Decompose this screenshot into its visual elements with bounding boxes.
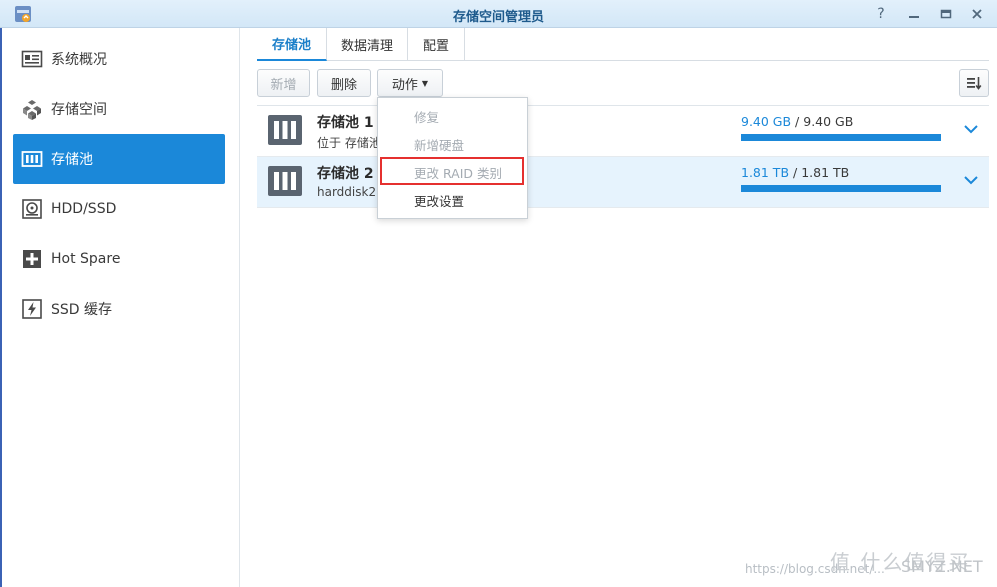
window-title: 存储空间管理员: [452, 10, 544, 25]
help-button[interactable]: ?: [870, 3, 892, 25]
usage-bar: [741, 185, 941, 192]
tab-configuration[interactable]: 配置: [408, 28, 465, 61]
minimize-button[interactable]: [903, 3, 925, 25]
pool-row[interactable]: 存储池 2 harddisk2 1.81 TB / 1.81 TB: [257, 157, 989, 208]
new-button[interactable]: 新增: [257, 69, 310, 97]
sidebar-item-storage-pool[interactable]: 存储池: [13, 134, 225, 184]
total-size: 1.81 TB: [801, 165, 850, 180]
storage-pool-icon: [21, 148, 43, 170]
sidebar-item-label: 存储池: [51, 152, 93, 168]
action-button[interactable]: 动作 ▼: [377, 69, 443, 97]
pool-title: 存储池 1: [317, 115, 374, 131]
minimize-icon: [909, 16, 919, 18]
watermark-site: SMYZ.NET: [901, 557, 983, 576]
tab-storage-pool[interactable]: 存储池: [257, 28, 327, 61]
red-highlight-box: [380, 157, 524, 185]
ssd-cache-icon: [21, 298, 43, 320]
storage-pool-icon: [268, 115, 302, 145]
sidebar-item-volume[interactable]: 存储空间: [13, 84, 225, 134]
usage-bar-fill: [741, 185, 941, 192]
sort-button[interactable]: [959, 69, 989, 97]
volume-icon: [21, 98, 43, 120]
maximize-button[interactable]: [935, 3, 957, 25]
sidebar-item-overview[interactable]: 系统概况: [13, 34, 225, 84]
used-size: 1.81 TB: [741, 165, 790, 180]
usage-separator: /: [789, 165, 802, 180]
hdd-icon: [21, 198, 43, 220]
menu-item-repair[interactable]: 修复: [378, 102, 527, 130]
maximize-icon: [940, 9, 952, 19]
sidebar: 系统概况 存储空间 存储池 HDD/SSD Hot Spare SSD 缓存: [2, 28, 240, 587]
expand-chevron-icon[interactable]: [962, 120, 980, 138]
caret-down-icon: ▼: [421, 78, 429, 88]
sidebar-item-label: HDD/SSD: [51, 201, 117, 217]
overview-icon: [21, 48, 43, 70]
usage-bar: [741, 134, 941, 141]
tab-bar: 存储池 数据清理 配置: [257, 28, 989, 61]
tab-data-scrubbing[interactable]: 数据清理: [327, 28, 408, 61]
title-bar: 存储空间管理员 ?: [0, 0, 997, 28]
sidebar-item-label: SSD 缓存: [51, 302, 113, 318]
menu-item-change-settings[interactable]: 更改设置: [378, 186, 527, 214]
hot-spare-icon: [21, 248, 43, 270]
usage-separator: /: [791, 114, 804, 129]
sidebar-item-ssd-cache[interactable]: SSD 缓存: [13, 284, 225, 334]
sort-icon: [967, 77, 982, 90]
close-icon: [972, 9, 982, 19]
usage-bar-fill: [741, 134, 941, 141]
pool-subtitle: harddisk2: [317, 185, 377, 199]
close-button[interactable]: [966, 3, 988, 25]
delete-button[interactable]: 删除: [317, 69, 371, 97]
pool-usage: 9.40 GB / 9.40 GB: [741, 114, 853, 129]
pool-usage: 1.81 TB / 1.81 TB: [741, 165, 849, 180]
action-button-label: 动作: [391, 77, 418, 93]
used-size: 9.40 GB: [741, 114, 792, 129]
total-size: 9.40 GB: [803, 114, 854, 129]
sidebar-item-hdd-ssd[interactable]: HDD/SSD: [13, 184, 225, 234]
sidebar-item-label: 系统概况: [51, 52, 107, 68]
pool-subtitle: 位于 存储池: [317, 136, 381, 150]
storage-pool-icon: [268, 166, 302, 196]
sidebar-item-hot-spare[interactable]: Hot Spare: [13, 234, 225, 284]
pool-row[interactable]: 存储池 1 位于 存储池 9.40 GB / 9.40 GB: [257, 106, 989, 157]
expand-chevron-icon[interactable]: [962, 171, 980, 189]
sidebar-item-label: Hot Spare: [51, 251, 121, 267]
pool-title: 存储池 2: [317, 166, 374, 182]
menu-item-add-disk[interactable]: 新增硬盘: [378, 130, 527, 158]
sidebar-item-label: 存储空间: [51, 102, 107, 118]
